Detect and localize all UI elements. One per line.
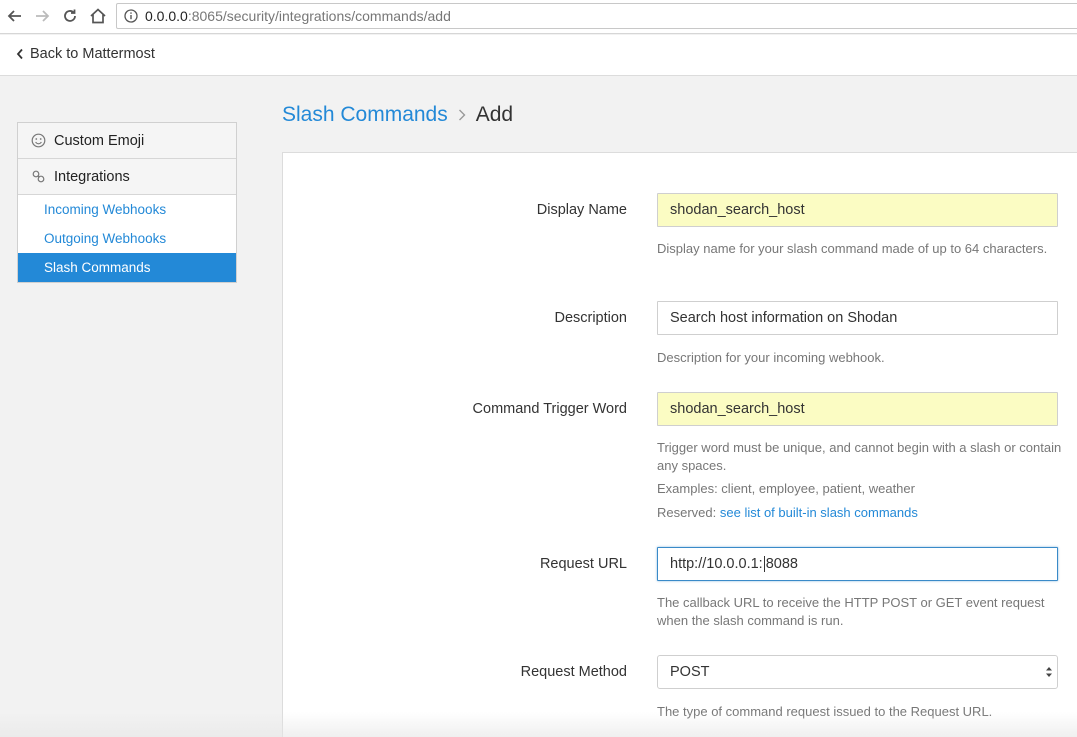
breadcrumb-current: Add	[475, 103, 514, 126]
url-text: 0.0.0.0:8065/security/integrations/comma…	[145, 8, 451, 24]
description-help: Description for your incoming webhook.	[657, 350, 885, 365]
sidebar-section-integrations[interactable]: Integrations	[18, 159, 236, 195]
link-icon	[30, 169, 46, 185]
back-to-mattermost-link[interactable]: Back to Mattermost	[16, 46, 155, 62]
sidebar-item-incoming-webhooks[interactable]: Incoming Webhooks	[18, 195, 236, 224]
sidebar-item-outgoing-webhooks[interactable]: Outgoing Webhooks	[18, 224, 236, 253]
address-bar[interactable]: 0.0.0.0:8065/security/integrations/comma…	[116, 3, 1077, 29]
built-in-commands-link[interactable]: see list of built-in slash commands	[720, 505, 918, 520]
chevron-left-icon	[16, 48, 24, 60]
request-url-value-start: http://10.0.0.1:	[670, 556, 763, 572]
request-method-help: The type of command request issued to th…	[657, 704, 993, 719]
trigger-word-reserved: Reserved: see list of built-in slash com…	[657, 504, 1067, 522]
display-name-label: Display Name	[536, 202, 627, 218]
request-url-label: Request URL	[539, 556, 627, 572]
sidebar-section-label: Custom Emoji	[54, 132, 145, 149]
display-name-help: Display name for your slash command made…	[657, 241, 1048, 256]
chevron-right-icon	[458, 108, 466, 122]
request-method-value: POST	[670, 664, 710, 680]
sidebar-section-custom-emoji[interactable]: Custom Emoji	[18, 123, 236, 159]
reload-icon[interactable]	[59, 5, 81, 27]
forward-arrow-icon[interactable]	[31, 5, 53, 27]
breadcrumb-slash-commands-link[interactable]: Slash Commands	[282, 103, 448, 127]
request-url-value-end: 8088	[765, 556, 798, 572]
home-icon[interactable]	[87, 5, 109, 27]
select-arrows-icon	[1045, 664, 1053, 680]
request-method-label: Request Method	[520, 664, 627, 680]
breadcrumb: Slash Commands Add	[282, 103, 513, 127]
smiley-icon	[30, 133, 46, 149]
text-caret	[763, 556, 765, 572]
trigger-word-label: Command Trigger Word	[472, 401, 627, 417]
trigger-word-input[interactable]: shodan_search_host	[657, 392, 1058, 426]
back-arrow-icon[interactable]	[4, 5, 26, 27]
description-input[interactable]: Search host information on Shodan	[657, 301, 1058, 335]
url-host: 0.0.0.0	[145, 8, 188, 24]
reserved-prefix: Reserved:	[657, 505, 720, 520]
app-header: Back to Mattermost	[0, 35, 1077, 76]
request-method-select[interactable]: POST	[657, 655, 1058, 689]
add-command-form: Display Name shodan_search_host Display …	[282, 152, 1077, 737]
request-url-input[interactable]: http://10.0.0.1: 8088	[657, 547, 1058, 581]
integrations-sidebar: Custom Emoji Integrations Incoming Webho…	[17, 122, 237, 283]
info-icon[interactable]	[124, 9, 138, 23]
description-label: Description	[554, 310, 627, 326]
display-name-input[interactable]: shodan_search_host	[657, 193, 1058, 227]
back-link-label: Back to Mattermost	[30, 46, 155, 62]
trigger-word-help: Trigger word must be unique, and cannot …	[657, 440, 1062, 473]
sidebar-item-slash-commands[interactable]: Slash Commands	[18, 253, 236, 282]
sidebar-section-label: Integrations	[54, 168, 130, 185]
trigger-word-examples: Examples: client, employee, patient, wea…	[657, 481, 915, 496]
url-path: :8065/security/integrations/commands/add	[187, 8, 451, 24]
request-url-help: The callback URL to receive the HTTP POS…	[657, 595, 1045, 628]
browser-toolbar: 0.0.0.0:8065/security/integrations/comma…	[0, 0, 1077, 34]
